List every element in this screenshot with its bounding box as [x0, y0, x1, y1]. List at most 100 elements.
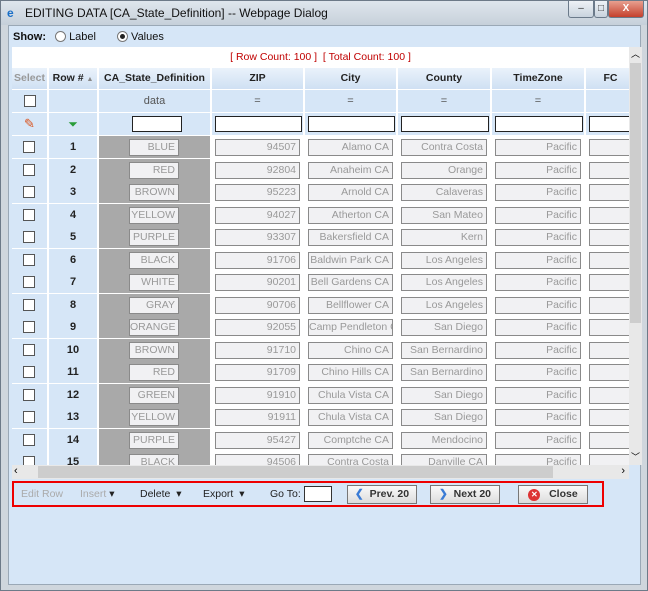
fc-cell [586, 249, 629, 272]
filter-input[interactable] [308, 116, 395, 132]
vertical-scroll-thumb[interactable] [630, 63, 641, 323]
table-row[interactable]: 1 BLUE 94507 Alamo CA Contra Costa Pacific [12, 136, 629, 159]
column-header-county[interactable]: County [398, 68, 491, 90]
row-checkbox[interactable] [23, 366, 35, 378]
column-header-timezone[interactable]: TimeZone [492, 68, 585, 90]
minimize-button[interactable]: – [568, 1, 594, 18]
select-cell [12, 203, 48, 227]
scroll-down-icon[interactable]: ﹀ [629, 450, 642, 463]
maximize-button[interactable]: □ [594, 1, 608, 18]
county-cell: Contra Costa [398, 136, 491, 159]
table-row[interactable]: 2 RED 92804 Anaheim CA Orange Pacific [12, 158, 629, 182]
tz-cell: Pacific [492, 293, 585, 317]
radio-values[interactable]: Values [117, 31, 164, 43]
table-row[interactable]: 12 GREEN 91910 Chula Vista CA San Diego Pacif… [12, 383, 629, 407]
row-checkbox[interactable] [23, 343, 35, 356]
column-header-ca-state-definition[interactable]: CA_State_Definition [99, 68, 211, 90]
zip-cell: 91706 [212, 248, 304, 272]
horizontal-scrollbar[interactable]: ‹ › [12, 465, 629, 479]
insert-menu[interactable]: Insert ▾ [80, 488, 114, 500]
table-row[interactable]: 5 PURPLE 93307 Bakersfield CA Kern Pacific [12, 226, 629, 249]
zip-value: 90706 [215, 296, 300, 314]
column-header-fc[interactable]: FC [586, 68, 629, 90]
row-checkbox[interactable] [23, 298, 35, 311]
tz-value: Pacific [495, 206, 581, 224]
row-number-cell: 15 [49, 451, 98, 465]
row-number-cell: 3 [49, 181, 98, 204]
column-header-city[interactable]: City [305, 68, 397, 90]
apply-filter-cell[interactable]: ⏷ [49, 113, 98, 136]
filter-icon[interactable]: ⏷ [68, 117, 78, 131]
vertical-scrollbar[interactable]: ︿ ﹀ [629, 47, 642, 465]
export-label: Export [203, 488, 234, 500]
row-number: 9 [69, 321, 77, 333]
column-header-row-[interactable]: Row # ▲ [49, 68, 98, 90]
table-row[interactable]: 15 BLACK 94506 Contra Costa Danville CA Pacif… [12, 451, 629, 465]
clear-filter-cell[interactable]: ✎ [12, 113, 48, 136]
row-checkbox[interactable] [23, 388, 35, 401]
city-value: Camp Pendleton CA [308, 319, 393, 336]
row-number: 5 [69, 231, 77, 243]
table-row[interactable]: 10 BROWN 91710 Chino CA San Bernardino Pacifi… [12, 338, 629, 362]
export-menu[interactable]: Export ▾ [203, 488, 244, 500]
table-row[interactable]: 6 BLACK 91706 Baldwin Park CA Los Angeles Pac… [12, 248, 629, 272]
zip-value: 94507 [215, 139, 300, 156]
row-checkbox[interactable] [23, 141, 35, 153]
county-value: Mendocino [401, 431, 487, 449]
row-checkbox[interactable] [23, 411, 35, 423]
row-checkbox[interactable] [23, 433, 35, 446]
operator-label: = [534, 95, 542, 107]
tz-value: Pacific [495, 454, 581, 465]
close-window-button[interactable]: X [608, 1, 644, 18]
row-checkbox[interactable] [23, 456, 35, 465]
table-row[interactable]: 7 WHITE 90201 Bell Gardens CA Los Angeles Pac… [12, 271, 629, 294]
table-row[interactable]: 13 YELLOW 91911 Chula Vista CA San Diego Paci… [12, 406, 629, 429]
eraser-icon[interactable]: ✎ [24, 116, 35, 131]
definition-cell: PURPLE [99, 428, 211, 452]
delete-menu[interactable]: Delete ▾ [140, 488, 181, 500]
row-checkbox[interactable] [23, 186, 35, 198]
scroll-up-icon[interactable]: ︿ [629, 47, 642, 60]
row-number-cell: 10 [49, 338, 98, 362]
zip-value: 95223 [215, 184, 300, 201]
close-circle-icon: ✕ [528, 489, 541, 501]
table-row[interactable]: 3 BROWN 95223 Arnold CA Calaveras Pacific [12, 181, 629, 204]
fc-value [589, 184, 629, 201]
filter-input[interactable] [401, 116, 489, 132]
city-cell: Chino CA [305, 338, 397, 362]
radio-label[interactable]: Label [55, 31, 96, 43]
table-row[interactable]: 8 GRAY 90706 Bellflower CA Los Angeles Pacifi… [12, 293, 629, 317]
fc-cell [586, 181, 629, 204]
county-cell: San Bernardino [398, 338, 491, 362]
table-row[interactable]: 9 ORANGE 92055 Camp Pendleton CA San Diego Pa… [12, 316, 629, 339]
definition-cell: BLACK [99, 451, 211, 465]
table-row[interactable]: 14 PURPLE 95427 Comptche CA Mendocino Pacific [12, 428, 629, 452]
filter-input[interactable] [132, 116, 182, 132]
county-value: San Diego [401, 386, 487, 404]
filter-input[interactable] [589, 116, 629, 132]
scroll-right-icon[interactable]: › [621, 465, 625, 477]
row-checkbox[interactable] [23, 163, 35, 176]
county-cell: Orange [398, 158, 491, 182]
row-checkbox[interactable] [23, 276, 35, 288]
radio-button[interactable] [55, 31, 67, 42]
goto-input[interactable] [304, 486, 332, 502]
row-checkbox[interactable] [23, 208, 35, 221]
select-cell [12, 406, 48, 429]
table-row[interactable]: 4 YELLOW 94027 Atherton CA San Mateo Pacific [12, 203, 629, 227]
scroll-left-icon[interactable]: ‹ [14, 465, 18, 477]
edit-row-button[interactable]: Edit Row [21, 488, 63, 500]
next-20-button[interactable]: ❯ Next 20 [430, 485, 500, 504]
table-row[interactable]: 11 RED 91709 Chino Hills CA San Bernardino Pa… [12, 361, 629, 384]
select-all-checkbox[interactable] [23, 95, 36, 108]
radio-button[interactable] [117, 31, 129, 42]
prev-20-button[interactable]: ❮ Prev. 20 [347, 485, 417, 504]
row-checkbox[interactable] [23, 253, 35, 266]
filter-input[interactable] [215, 116, 302, 132]
filter-input[interactable] [495, 116, 583, 132]
column-header-zip[interactable]: ZIP [212, 68, 304, 90]
close-button[interactable]: ✕ Close [518, 485, 588, 504]
row-checkbox[interactable] [23, 321, 35, 333]
row-checkbox[interactable] [23, 231, 35, 243]
horizontal-scroll-thumb[interactable] [38, 466, 553, 478]
